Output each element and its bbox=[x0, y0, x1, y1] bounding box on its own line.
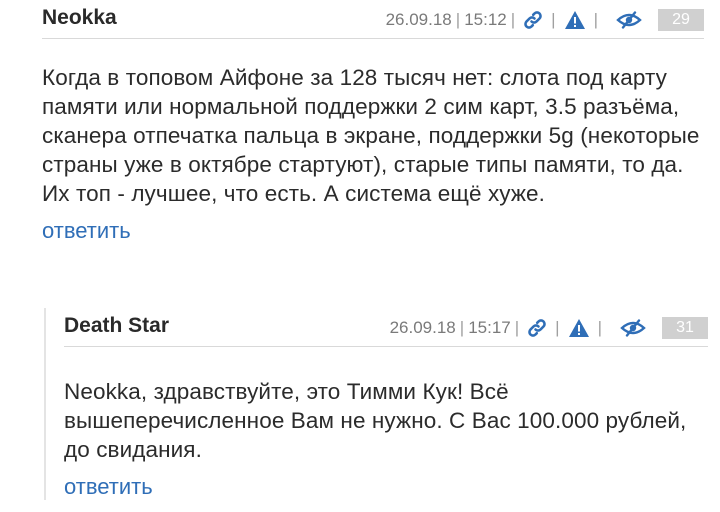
warning-icon[interactable] bbox=[564, 316, 594, 340]
comment-meta: 26.09.18 | 15:17 | | | 31 bbox=[390, 316, 708, 340]
eye-slash-icon[interactable] bbox=[606, 316, 660, 340]
comment-author[interactable]: Death Star bbox=[64, 314, 169, 338]
reply-link[interactable]: ответить bbox=[42, 218, 131, 244]
meta-separator: | bbox=[514, 318, 520, 337]
comment-text: Когда в топовом Айфоне за 128 тысяч нет:… bbox=[42, 65, 700, 206]
comment-time: 15:12 bbox=[464, 10, 507, 29]
meta-separator: | bbox=[593, 10, 598, 29]
comment-date: 26.09.18 bbox=[385, 10, 452, 29]
meta-separator: | bbox=[551, 10, 556, 29]
comment-header: Neokka 26.09.18 | 15:12 | | | 29 bbox=[42, 0, 704, 39]
reply-link[interactable]: ответить bbox=[64, 474, 153, 500]
comment-time: 15:17 bbox=[468, 318, 511, 337]
meta-separator: | bbox=[597, 318, 602, 337]
comment-author[interactable]: Neokka bbox=[42, 6, 117, 30]
eye-slash-icon[interactable] bbox=[602, 8, 656, 32]
comment-meta: 26.09.18 | 15:12 | | | 29 bbox=[386, 8, 704, 32]
comments-page: Neokka 26.09.18 | 15:12 | | | 29 Когда в… bbox=[0, 0, 720, 512]
link-icon[interactable] bbox=[523, 316, 551, 340]
meta-separator: | bbox=[459, 318, 465, 337]
comment: Neokka 26.09.18 | 15:12 | | | 29 Когда в… bbox=[0, 0, 720, 244]
reply-comment: Death Star 26.09.18 | 15:17 | | | 31 Neo… bbox=[44, 308, 720, 500]
comment-date: 26.09.18 bbox=[389, 318, 456, 337]
meta-separator: | bbox=[555, 318, 560, 337]
link-icon[interactable] bbox=[519, 8, 547, 32]
comment-score: 29 bbox=[658, 9, 704, 31]
comment-score: 31 bbox=[662, 317, 708, 339]
comment-text: Neokka, здравствуйте, это Тимми Кук! Всё… bbox=[64, 379, 687, 462]
meta-separator: | bbox=[510, 10, 516, 29]
meta-separator: | bbox=[455, 10, 461, 29]
warning-icon[interactable] bbox=[560, 8, 590, 32]
comment-header: Death Star 26.09.18 | 15:17 | | | 31 bbox=[64, 308, 708, 347]
